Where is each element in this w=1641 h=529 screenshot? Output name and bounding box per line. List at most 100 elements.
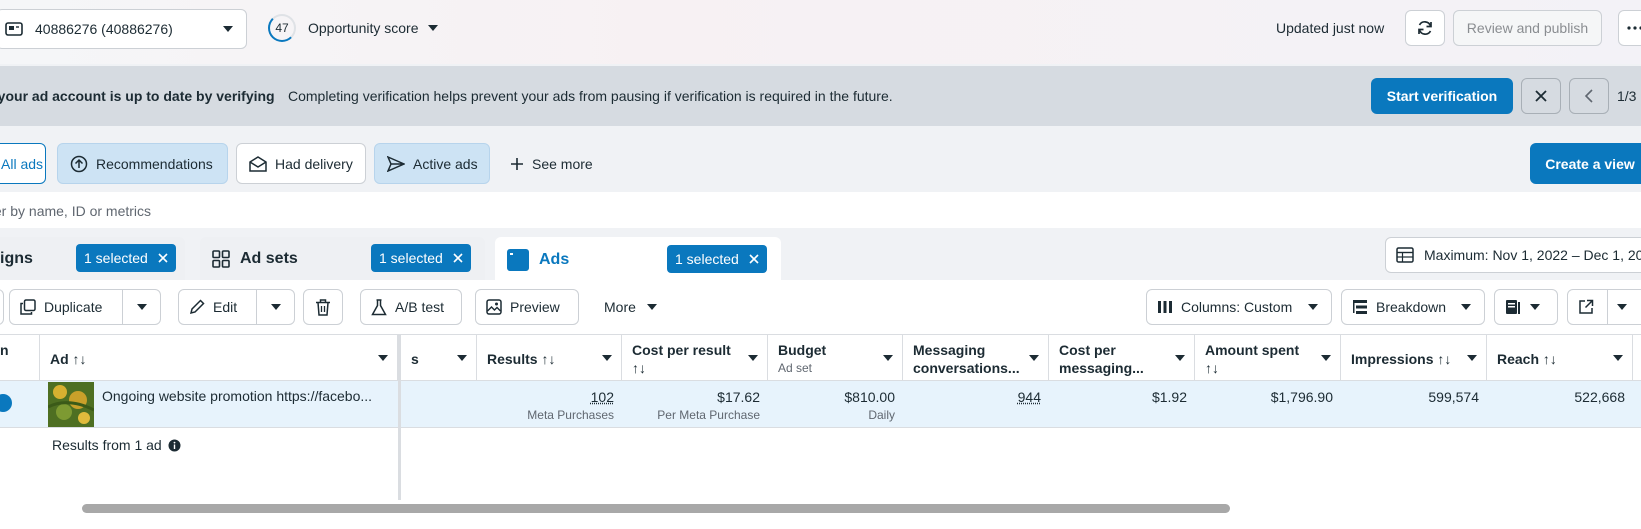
col-reach-header[interactable]: Reach ↑↓ (1487, 334, 1633, 381)
col-amount-spent-label: Amount spent (1205, 342, 1300, 358)
cell-results: 102 Meta Purchases (477, 381, 622, 428)
ad-name-link[interactable]: Ongoing website promotion https://facebo… (102, 388, 392, 404)
col-budget-header[interactable]: Budget Ad set (768, 334, 903, 381)
chevron-down-icon[interactable] (1174, 354, 1186, 362)
col-campaign-label: n (0, 342, 9, 358)
banner-prev-button[interactable] (1569, 78, 1609, 114)
external-link-icon (1578, 299, 1594, 315)
col-results-header[interactable]: Results ↑↓ (477, 334, 622, 381)
chevron-left-icon (1584, 89, 1594, 103)
chevron-down-icon[interactable] (1466, 354, 1478, 362)
more-options-button[interactable] (1618, 10, 1641, 46)
date-range-picker[interactable]: Maximum: Nov 1, 2022 – Dec 1, 20 (1385, 237, 1641, 273)
ad-sets-selected-chip[interactable]: 1 selected (371, 244, 471, 272)
start-verification-button[interactable]: Start verification (1371, 78, 1513, 114)
cell-messaging: 944 (903, 381, 1049, 428)
col-impressions-header[interactable]: Impressions ↑↓ (1341, 334, 1487, 381)
columns-button[interactable]: Columns: Custom (1146, 289, 1332, 325)
updated-status: Updated just now (1276, 20, 1385, 36)
banner-close-button[interactable] (1521, 78, 1561, 114)
campaigns-selected-chip[interactable]: 1 selected (76, 244, 176, 272)
duplicate-button[interactable]: Duplicate (9, 289, 161, 325)
close-icon[interactable] (749, 254, 759, 264)
chevron-down-icon[interactable] (1320, 354, 1332, 362)
horizontal-scrollbar[interactable] (0, 500, 1641, 516)
chevron-down-icon (427, 24, 439, 32)
summary-text: Results from 1 ad (52, 437, 162, 453)
col-campaign-header[interactable]: n (0, 334, 40, 381)
reach-value: 522,668 (1574, 389, 1625, 405)
view-active-ads[interactable]: Active ads (374, 143, 490, 184)
col-messaging-header[interactable]: Messaging conversations... (903, 334, 1049, 381)
view-recommendations[interactable]: Recommendations (57, 143, 228, 184)
chevron-down-icon (1460, 303, 1472, 311)
view-recommendations-label: Recommendations (96, 155, 213, 172)
col-amount-spent-header[interactable]: Amount spent ↑↓ (1195, 334, 1341, 381)
opportunity-score[interactable]: 47 Opportunity score (268, 14, 439, 42)
results-value[interactable]: 102 (591, 389, 614, 405)
chevron-down-icon[interactable] (747, 354, 759, 362)
tab-ad-sets[interactable]: Ad sets 1 selected (200, 237, 485, 280)
ad-sets-selected-label: 1 selected (379, 250, 443, 266)
reports-button[interactable] (1494, 289, 1558, 325)
frozen-column-divider (398, 334, 401, 500)
bottom-area (0, 516, 1641, 529)
ads-selected-chip[interactable]: 1 selected (667, 245, 767, 273)
duplicate-dropdown[interactable] (122, 290, 160, 324)
info-icon[interactable] (168, 439, 181, 452)
ab-test-button[interactable]: A/B test (360, 289, 462, 325)
summary-text-wrap: Results from 1 ad (52, 437, 181, 453)
edit-dropdown[interactable] (256, 290, 294, 324)
chevron-down-icon[interactable] (377, 354, 389, 362)
chevron-down-icon[interactable] (456, 354, 468, 362)
tab-ads[interactable]: Ads 1 selected (495, 237, 781, 282)
create-view-button[interactable]: Create a view (1530, 143, 1641, 184)
columns-label: Columns: Custom (1181, 299, 1293, 315)
score-ring: 47 (268, 14, 296, 42)
col-cost-per-result-header[interactable]: Cost per result ↑↓ (622, 334, 768, 381)
preview-button[interactable]: Preview (475, 289, 579, 325)
see-more-views-button[interactable]: See more (500, 143, 600, 184)
account-label: 40886276 (40886276) (35, 21, 173, 37)
create-button-edge[interactable] (0, 289, 4, 325)
col-cost-messaging-label-2: messaging... (1059, 360, 1144, 376)
view-had-delivery[interactable]: Had delivery (236, 143, 366, 184)
close-icon[interactable] (158, 253, 168, 263)
col-budget-sub: Ad set (778, 361, 813, 375)
cell-cost-per-result: $17.62 Per Meta Purchase (622, 381, 768, 428)
more-button[interactable]: More (594, 289, 674, 325)
recommendation-icon (70, 155, 88, 173)
tab-campaigns[interactable]: igns 1 selected (0, 237, 185, 280)
refresh-button[interactable] (1405, 10, 1445, 46)
breakdown-button[interactable]: Breakdown (1341, 289, 1485, 325)
col-partial-header[interactable]: s (401, 334, 477, 381)
view-all-ads[interactable]: All ads (0, 143, 46, 184)
col-cost-messaging-header[interactable]: Cost per messaging... (1049, 334, 1195, 381)
col-ad-label: Ad ↑↓ (50, 351, 87, 367)
results-sub: Meta Purchases (527, 408, 614, 422)
col-ad-header[interactable]: Ad ↑↓ (40, 334, 398, 381)
close-icon[interactable] (453, 253, 463, 263)
chevron-down-icon[interactable] (882, 354, 894, 362)
pencil-icon (189, 299, 205, 315)
calendar-icon (1396, 247, 1414, 263)
export-button[interactable] (1567, 289, 1641, 325)
chevron-down-icon (646, 303, 658, 311)
columns-icon (1157, 300, 1173, 314)
breakdown-label: Breakdown (1376, 299, 1447, 315)
amount-spent-value: $1,796.90 (1270, 389, 1333, 405)
scrollbar-thumb[interactable] (82, 504, 1230, 513)
messaging-value[interactable]: 944 (1018, 389, 1041, 405)
col-results-label: Results ↑↓ (487, 351, 556, 367)
chevron-down-icon[interactable] (601, 354, 613, 362)
breakdown-icon (1352, 299, 1368, 315)
edit-label: Edit (213, 299, 238, 315)
review-publish-button[interactable]: Review and publish (1453, 10, 1602, 46)
edit-button[interactable]: Edit (178, 289, 295, 325)
chevron-down-icon[interactable] (1612, 354, 1624, 362)
account-selector[interactable]: 40886276 (40886276) (0, 9, 247, 49)
chevron-down-icon[interactable] (1028, 354, 1040, 362)
delete-button[interactable] (303, 289, 343, 325)
ab-test-label: A/B test (395, 299, 445, 315)
filter-bar[interactable]: ter by name, ID or metrics (0, 192, 1641, 228)
